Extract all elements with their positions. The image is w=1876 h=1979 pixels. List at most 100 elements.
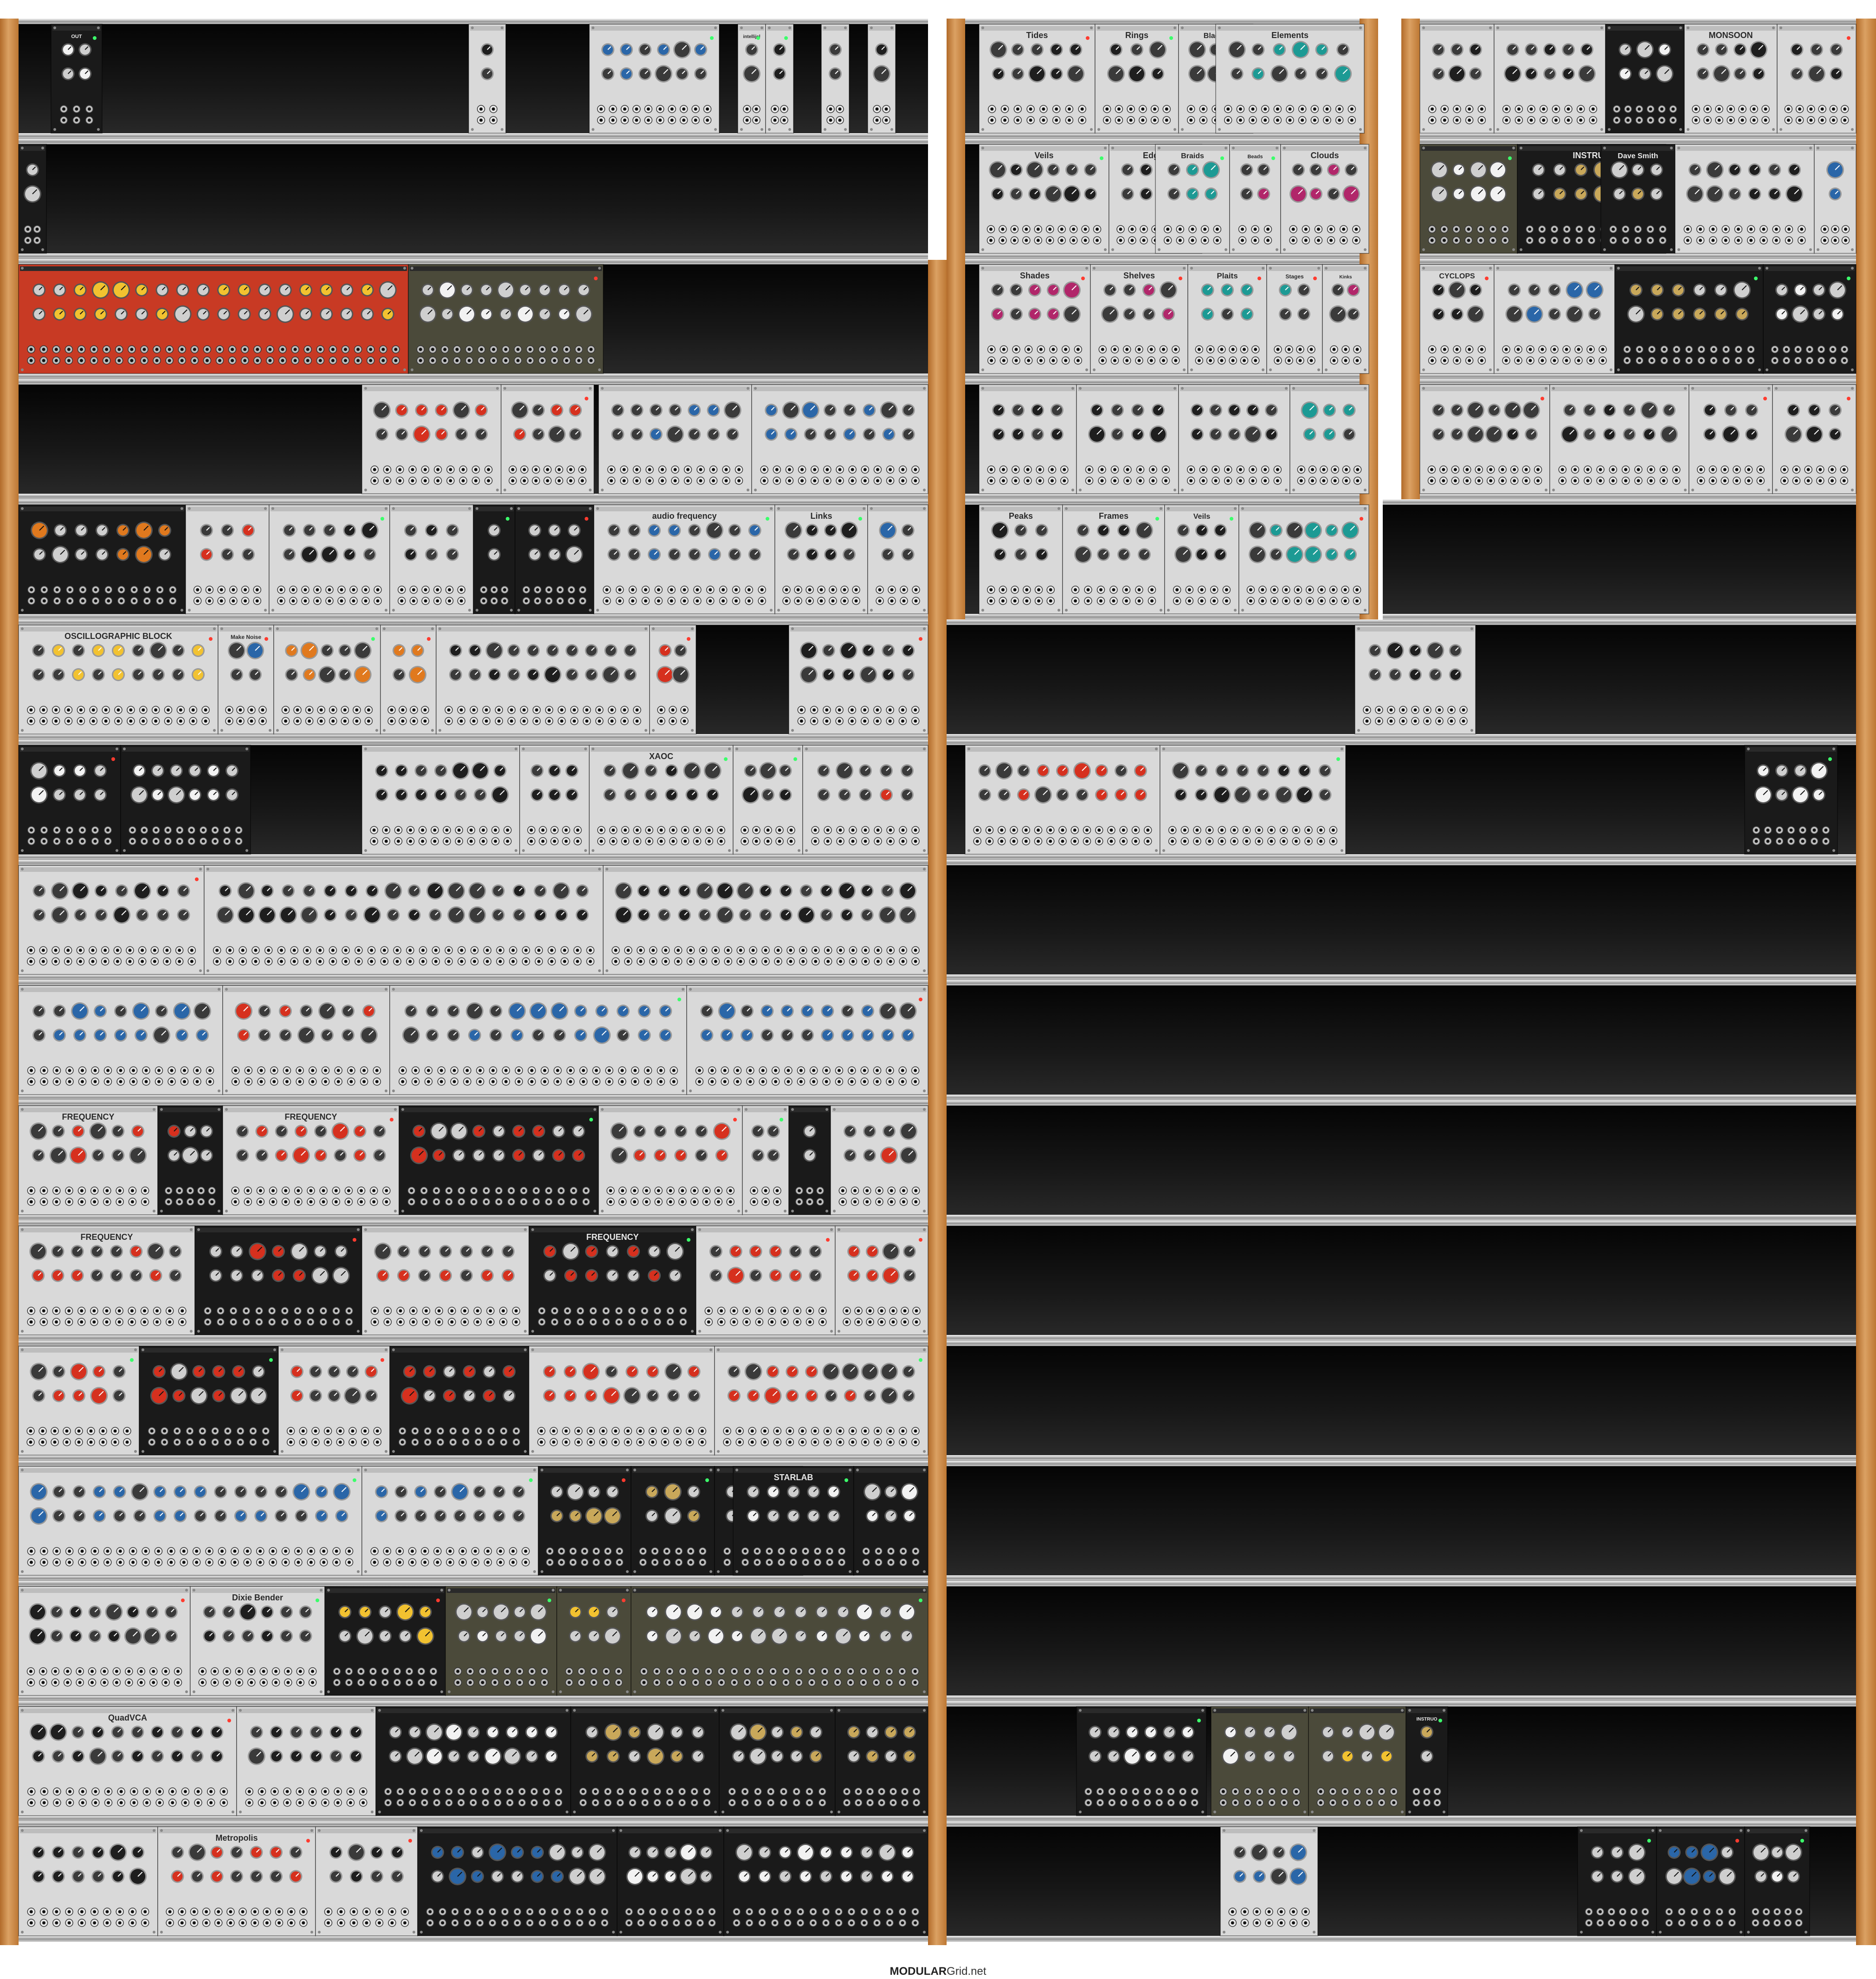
jack-hole: [622, 479, 626, 483]
left-row-9-module-1[interactable]: [18, 985, 223, 1095]
jack-hole: [697, 1080, 701, 1083]
module-header-strip: [735, 747, 801, 752]
left-row-12-module-1[interactable]: [18, 1346, 140, 1456]
left-row-5-module-3[interactable]: [269, 504, 390, 614]
left-row-6-module-4[interactable]: [380, 625, 437, 735]
left-row-7-module-4[interactable]: [519, 745, 590, 855]
left-row-5-module-5[interactable]: [473, 504, 516, 614]
jack-hole: [838, 479, 842, 483]
screw-icon: [21, 248, 24, 251]
jack-hole: [443, 359, 447, 362]
jack-hole: [376, 588, 380, 592]
left-row-10-module-2[interactable]: [157, 1105, 223, 1215]
left-row-8-module-2[interactable]: [204, 865, 604, 975]
jack-hole: [659, 1080, 663, 1083]
left-row-10-module-5[interactable]: [598, 1105, 743, 1215]
left-row-7-module-1[interactable]: [18, 745, 121, 855]
left-row-11-module-3[interactable]: [361, 1225, 529, 1335]
left-row-1-module-6[interactable]: [821, 24, 850, 134]
left-row-10-module-1[interactable]: FREQUENCY: [18, 1105, 158, 1215]
left-row-7-module-5[interactable]: XAOC: [589, 745, 734, 855]
middle-row-14-bg: [947, 1581, 1856, 1701]
jack-hole: [770, 1320, 774, 1324]
left-row-5-module-6[interactable]: [515, 504, 594, 614]
left-row-4-module-3[interactable]: [598, 384, 752, 494]
left-row-5-module-7[interactable]: audio frequency: [593, 504, 775, 614]
left-row-6-module-1[interactable]: OSCILLOGRAPHIC BLOCK: [18, 625, 219, 735]
jack-hole: [739, 948, 742, 952]
knob[interactable]: [53, 1367, 64, 1377]
left-row-1-module-1[interactable]: OUT: [51, 24, 103, 134]
left-row-1-module-3[interactable]: [589, 24, 720, 134]
middle-row-14-rail-top: [947, 1581, 1856, 1586]
left-row-1-module-4[interactable]: intellijel: [737, 24, 766, 134]
left-row-3-module-1[interactable]: [18, 264, 409, 374]
left-row-9-module-3[interactable]: [389, 985, 687, 1095]
left-row-10-module-4[interactable]: [399, 1105, 599, 1215]
left-row-6-module-2[interactable]: Make Noise: [218, 625, 274, 735]
left-row-9-module-2[interactable]: [222, 985, 390, 1095]
screw-icon: [503, 489, 506, 491]
left-row-7-module-6[interactable]: [733, 745, 803, 855]
left-row-10-module-7[interactable]: [788, 1105, 831, 1215]
left-row-9-module-4[interactable]: [686, 985, 928, 1095]
jack-hole: [581, 1069, 585, 1072]
jack-hole: [93, 1069, 97, 1072]
left-row-1-module-7[interactable]: [867, 24, 896, 134]
left-row-1-module-2[interactable]: [468, 24, 506, 134]
jack-hole: [694, 107, 697, 111]
screw-icon: [689, 1089, 692, 1092]
left-row-6-module-3[interactable]: [273, 625, 381, 735]
left-row-10-module-8[interactable]: [830, 1105, 928, 1215]
left-row-6-module-5[interactable]: [436, 625, 650, 735]
left-row-11-module-4[interactable]: FREQUENCY: [529, 1225, 696, 1335]
left-row-7-module-2[interactable]: [120, 745, 251, 855]
left-row-11-module-1[interactable]: FREQUENCY: [18, 1225, 195, 1335]
jack-hole: [579, 1309, 582, 1313]
left-row-10-module-3[interactable]: FREQUENCY: [222, 1105, 400, 1215]
screw-icon: [123, 849, 126, 852]
jack-hole: [572, 1189, 575, 1193]
jack-hole: [633, 1189, 636, 1193]
left-row-3-module-2[interactable]: [408, 264, 604, 374]
left-row-4-module-2[interactable]: [501, 384, 594, 494]
left-row-11-module-5[interactable]: [696, 1225, 836, 1335]
knob[interactable]: [53, 1391, 64, 1401]
knob[interactable]: [113, 1150, 123, 1160]
left-row-10-rail-bottom: [19, 1215, 928, 1220]
left-row-8-module-1[interactable]: [18, 865, 205, 975]
left-row-6-module-6[interactable]: [649, 625, 696, 735]
jack-hole: [694, 118, 697, 122]
jack-hole: [478, 1080, 482, 1083]
left-row-2-module-1[interactable]: [18, 144, 47, 254]
left-row-7-module-3[interactable]: [361, 745, 520, 855]
left-row-7-module-7[interactable]: [802, 745, 928, 855]
jack-hole: [522, 468, 526, 471]
left-row-4-module-4[interactable]: [751, 384, 928, 494]
left-row-5-module-4[interactable]: [389, 504, 474, 614]
left-row-12-module-3[interactable]: [278, 1346, 390, 1456]
left-row-6-module-7[interactable]: [788, 625, 928, 735]
left-row-5-module-8[interactable]: Links: [774, 504, 868, 614]
jack-hole: [254, 960, 258, 963]
left-row-11-module-2[interactable]: [194, 1225, 362, 1335]
left-row-5-module-9[interactable]: [867, 504, 928, 614]
screw-icon: [515, 849, 517, 852]
jack-hole: [201, 828, 205, 832]
knob[interactable]: [113, 1126, 123, 1136]
jack-hole: [55, 599, 59, 603]
jack-hole: [524, 948, 528, 952]
jack-hole: [576, 948, 580, 952]
left-row-1-module-5[interactable]: [765, 24, 794, 134]
left-row-12-module-2[interactable]: [139, 1346, 279, 1456]
left-row-10-module-6[interactable]: [742, 1105, 789, 1215]
left-row-8-module-3[interactable]: [603, 865, 928, 975]
jack-hole: [724, 468, 728, 471]
jack-hole: [239, 1440, 242, 1444]
jack-hole: [414, 1080, 418, 1083]
left-row-5-module-1[interactable]: [18, 504, 186, 614]
left-row-4-module-1[interactable]: [361, 384, 502, 494]
left-row-5-module-2[interactable]: [185, 504, 270, 614]
jack-hole: [782, 107, 786, 111]
left-row-11-module-6[interactable]: [835, 1225, 928, 1335]
